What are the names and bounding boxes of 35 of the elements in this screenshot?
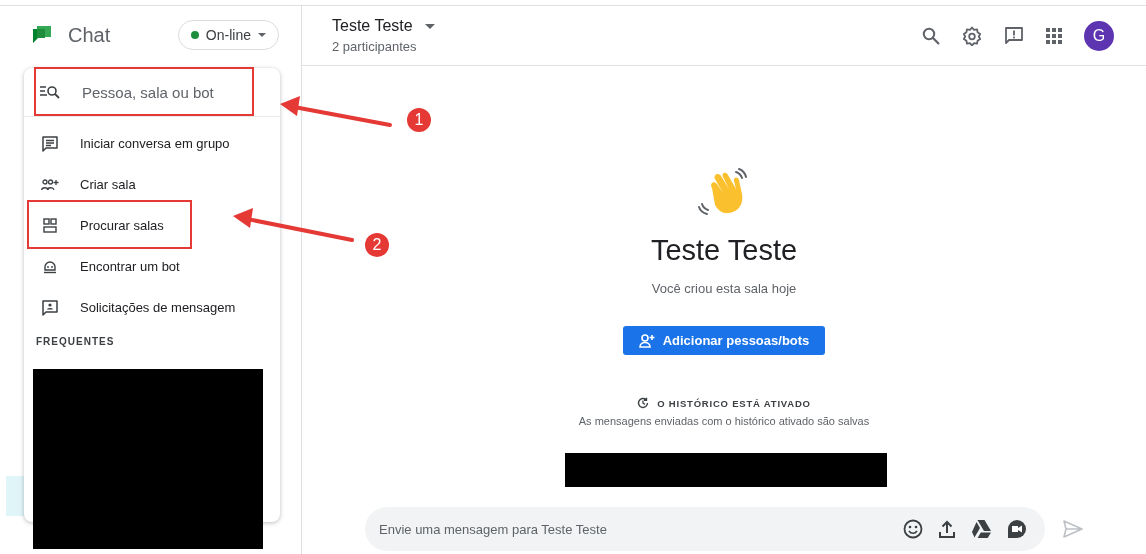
annotation-number: 1 <box>407 108 431 132</box>
settings-icon[interactable] <box>962 25 982 46</box>
menu-item[interactable]: Iniciar conversa em grupo <box>24 123 280 164</box>
caret-icon[interactable] <box>424 23 435 29</box>
history-status: O HISTÓRICO ESTÁ ATIVADO <box>657 397 811 409</box>
message-request-icon <box>40 299 60 316</box>
message-field[interactable]: Envie uma mensagem para Teste Teste <box>365 507 1045 551</box>
user-avatar[interactable]: G <box>1084 20 1114 51</box>
add-people-button[interactable]: Adicionar pessoas/bots <box>622 326 826 355</box>
emoji-icon[interactable] <box>903 519 923 539</box>
room-title[interactable]: Teste Teste <box>332 17 413 35</box>
annotation-number: 2 <box>365 233 389 257</box>
drive-icon[interactable] <box>971 520 991 538</box>
apps-grid-icon[interactable] <box>1046 27 1062 44</box>
created-note: Você criou esta sala hoje <box>651 281 797 296</box>
person-add-icon <box>638 333 655 348</box>
people-add-icon <box>40 178 60 191</box>
status-dropdown[interactable]: On-line <box>177 20 279 50</box>
message-icon <box>40 135 60 152</box>
participants-count: 2 participantes <box>332 39 418 54</box>
upload-icon[interactable] <box>939 520 955 538</box>
section-heading: FREQUENTES <box>35 335 116 347</box>
history-icon <box>637 397 650 409</box>
menu-item[interactable]: Encontrar um bot <box>24 246 280 287</box>
menu-item[interactable]: Procurar salas <box>24 205 280 246</box>
menu-item[interactable]: Solicitações de mensagem <box>24 287 280 328</box>
room-name: Teste Teste <box>650 234 798 267</box>
menu-item[interactable]: Criar sala <box>24 164 280 205</box>
video-chat-icon[interactable] <box>1007 519 1027 539</box>
search-icon[interactable] <box>922 26 940 45</box>
app-name: Chat <box>68 23 111 47</box>
feedback-icon[interactable] <box>1004 25 1024 46</box>
search-icon <box>40 85 60 99</box>
history-note: As mensagens enviadas com o histórico ativado são salvas <box>578 415 870 427</box>
rooms-icon <box>40 218 60 233</box>
